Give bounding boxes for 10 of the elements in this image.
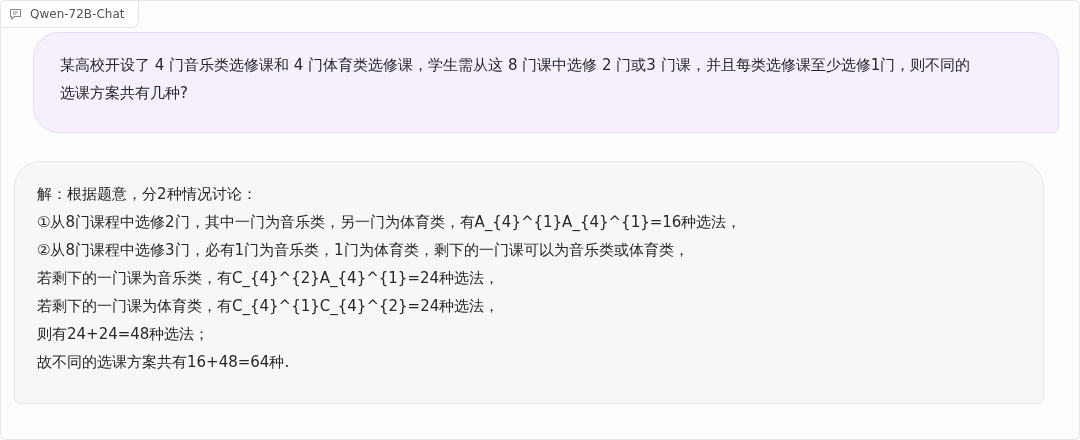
- question-text: 某高校开设了 4 门音乐类选修课和 4 门体育类选修课，学生需从这 8 门课中选修 2 门或3 门课，并且每类选修课至少选修1门，则不同的选课方案共有几种?: [60, 55, 972, 104]
- answer-line: 若剩下的一门课为音乐类，有C_{4}^{2}A_{4}^{1}=24种选法，: [37, 268, 501, 289]
- answer-line: ②从8门课程中选修3门，必有1门为音乐类，1门为体育类，剩下的一门课可以为音乐类或体育类，: [37, 240, 690, 261]
- chatbot-name: Qwen-72B-Chat: [30, 7, 125, 21]
- answer-line: 故不同的选课方案共有16+48=64种.: [37, 352, 291, 373]
- answer-line: 则有24+24=48种选法；: [37, 324, 211, 345]
- chat-icon: [9, 8, 22, 20]
- answer-line: ①从8门课程中选修2门，其中一门为音乐类，另一门为体育类，有A_{4}^{1}A_{4}^{1}=16种选法，: [37, 212, 743, 233]
- answer-line: 解：根据题意，分2种情况讨论：: [37, 184, 258, 205]
- answer-line: 若剩下的一门课为体育类，有C_{4}^{1}C_{4}^{2}=24种选法，: [37, 296, 501, 317]
